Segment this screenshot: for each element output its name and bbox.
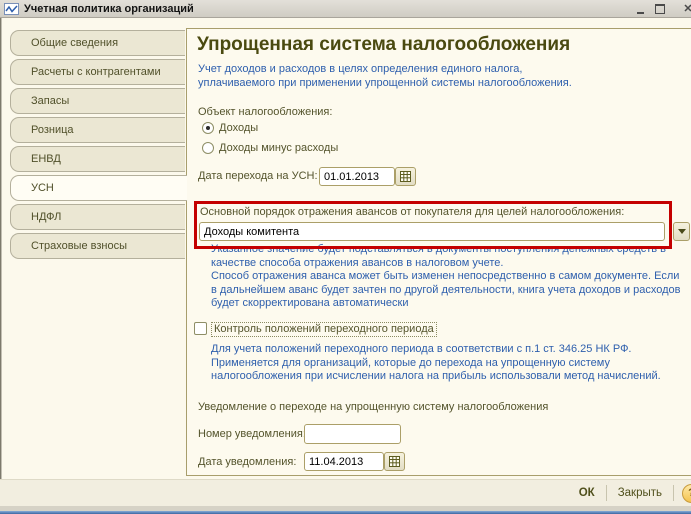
radio-label: Доходы (219, 122, 258, 134)
footer-button-bar: ОК Закрыть ? (0, 479, 691, 506)
sidebar-tab-raschety-s-kontragentami[interactable]: Расчеты с контрагентами (10, 59, 185, 85)
close-icon: ✕ (683, 3, 691, 15)
titlebar[interactable]: Учетная политика организаций ✕ (0, 0, 691, 18)
note-line: Способ отражения аванса может быть измен… (211, 270, 681, 284)
tab-label: Расчеты с контрагентами (31, 66, 161, 78)
checkbox-icon (194, 322, 207, 335)
tab-label: УСН (31, 182, 54, 194)
advance-order-dropdown-button[interactable] (673, 222, 690, 241)
radio-dokhody[interactable]: Доходы (202, 122, 258, 134)
usn-tab-page: Упрощенная система налогообложения Учет … (186, 28, 691, 476)
tab-label: НДФЛ (31, 211, 61, 223)
note-line: налогообложения при исчислении налога на… (211, 370, 661, 384)
notification-number-label: Номер уведомления: (198, 428, 306, 440)
sidebar-tab-usn[interactable]: УСН (10, 175, 187, 201)
radio-label: Доходы минус расходы (219, 142, 338, 154)
radio-dokhody-minus-raskhody[interactable]: Доходы минус расходы (202, 142, 338, 154)
radio-icon (202, 142, 214, 154)
advance-order-combo-input[interactable] (199, 222, 665, 241)
close-window-button[interactable]: Закрыть (607, 487, 673, 499)
page-description: Учет доходов и расходов в целях определе… (198, 62, 572, 90)
maximize-button[interactable] (653, 3, 667, 15)
notification-section-label: Уведомление о переходе на упрощенную сис… (198, 401, 548, 413)
sidebar-tab-ndfl[interactable]: НДФЛ (10, 204, 185, 230)
transition-date-input[interactable] (319, 167, 395, 186)
tab-label: Розница (31, 124, 74, 136)
notification-date-calendar-button[interactable] (384, 452, 405, 471)
description-line: Учет доходов и расходов в целях определе… (198, 62, 572, 76)
sidebar-tab-envd[interactable]: ЕНВД (10, 146, 185, 172)
taxation-object-label: Объект налогообложения: (198, 106, 332, 118)
tab-label: Общие сведения (31, 37, 118, 49)
dropdown-icon (678, 229, 686, 234)
transition-control-checkbox[interactable]: Контроль положений переходного периода (194, 322, 437, 337)
transition-control-note: Для учета положений переходного периода … (211, 343, 661, 384)
tab-label: Страховые взносы (31, 240, 127, 252)
sidebar-tab-strakhovye-vznosy[interactable]: Страховые взносы (10, 233, 185, 259)
note-line: Указанное значение будет подставляться в… (211, 243, 681, 257)
minimize-button[interactable] (633, 3, 647, 15)
window-icon (4, 3, 19, 15)
page-title: Упрощенная система налогообложения (197, 34, 570, 56)
notification-date-label: Дата уведомления: (198, 456, 296, 468)
sidebar-tab-zapasy[interactable]: Запасы (10, 88, 185, 114)
note-line: Для учета положений переходного периода … (211, 343, 661, 357)
note-line: Применяется для организаций, которые до … (211, 357, 661, 371)
calendar-icon (400, 171, 411, 182)
ok-button[interactable]: ОК (568, 487, 606, 499)
description-line: уплачиваемого при применении упрощенной … (198, 76, 572, 90)
minimize-icon (637, 12, 644, 14)
transition-date-label: Дата перехода на УСН: (198, 170, 318, 182)
tab-label: Запасы (31, 95, 69, 107)
notification-date-input[interactable] (304, 452, 384, 471)
note-line: будет скорректирована автоматически (211, 297, 681, 311)
sidebar-tab-obshchie-svedeniya[interactable]: Общие сведения (10, 30, 185, 56)
calendar-icon (389, 456, 400, 467)
sidebar-tab-roznitsa[interactable]: Розница (10, 117, 185, 143)
window-title: Учетная политика организаций (24, 3, 194, 15)
notification-number-input[interactable] (304, 424, 401, 444)
note-line: в дальнейшем аванс будет зачтен по друго… (211, 284, 681, 298)
close-button[interactable]: ✕ (681, 3, 691, 15)
advance-order-note: Указанное значение будет подставляться в… (211, 243, 681, 311)
radio-icon (202, 122, 214, 134)
checkbox-label: Контроль положений переходного периода (211, 322, 437, 337)
maximize-icon (655, 4, 665, 14)
transition-date-calendar-button[interactable] (395, 167, 416, 186)
separator (673, 485, 674, 501)
note-line: качестве способа отражения авансов в нал… (211, 257, 681, 271)
tab-label: ЕНВД (31, 153, 61, 165)
advance-order-label: Основной порядок отражения авансов от по… (200, 206, 624, 218)
help-button[interactable]: ? (682, 484, 691, 503)
accounting-policy-window: Учетная политика организаций ✕ Общие све… (0, 0, 691, 514)
